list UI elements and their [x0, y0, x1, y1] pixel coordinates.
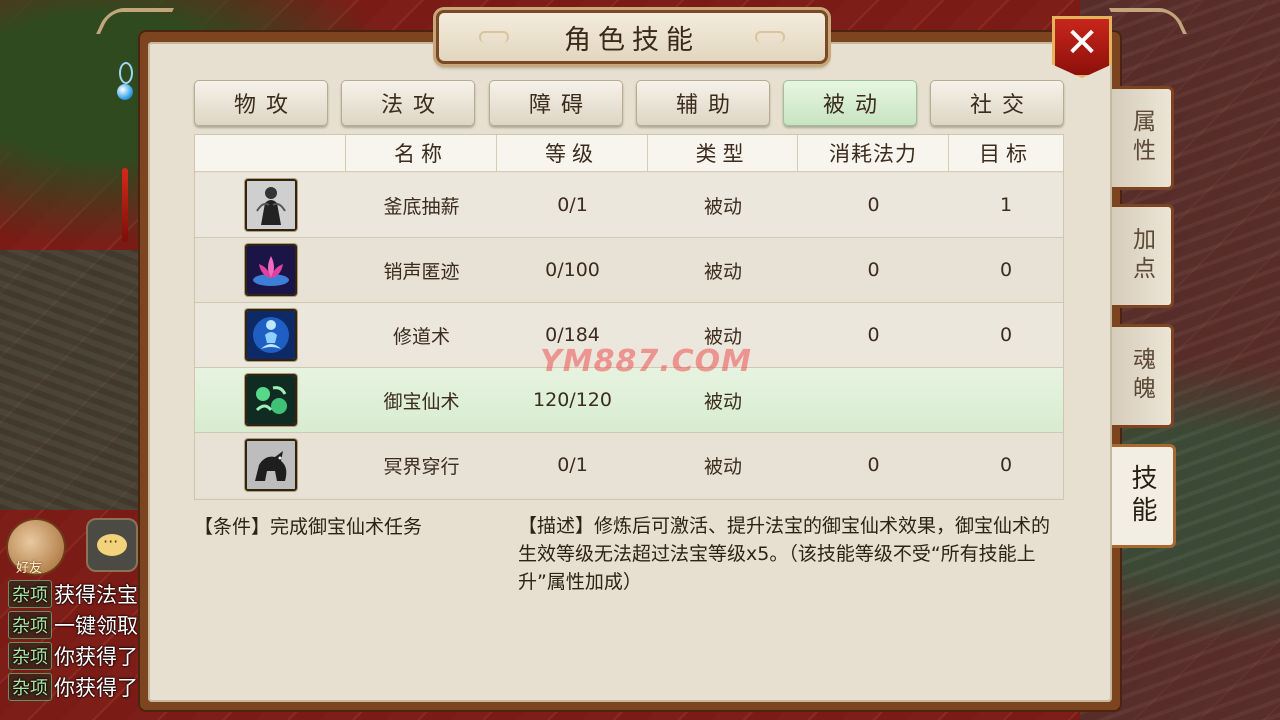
skill-name: 销声匿迹 — [383, 260, 460, 283]
friend-label: 好友 — [16, 561, 43, 576]
skill-name: 御宝仙术 — [383, 390, 460, 413]
header-type: 类型 — [648, 135, 798, 171]
chat-text: 你获得了 — [54, 675, 138, 700]
skill-mana-cost: 0 — [867, 259, 880, 281]
skill-category-tabs: 物攻 法攻 障碍 辅助 被动 社交 — [194, 80, 1064, 126]
tab-physical-attack[interactable]: 物攻 — [194, 80, 328, 126]
skill-table: 名称 等级 类型 消耗法力 目标 釜底抽薪 0/1 被动 0 1 销声匿迹 0/… — [194, 134, 1064, 500]
skill-target — [949, 368, 1063, 432]
chat-button[interactable] — [86, 518, 138, 572]
header-level: 等级 — [497, 135, 648, 171]
table-row[interactable]: 冥界穿行 0/1 被动 0 0 — [195, 433, 1063, 497]
lotus-icon — [244, 244, 297, 296]
skill-target: 0 — [999, 324, 1013, 346]
shadow-figure-icon — [244, 179, 297, 231]
chat-line: 杂项 获得法宝 — [8, 578, 148, 609]
skill-icon-cell — [195, 303, 346, 367]
skill-mana-cost: 0 — [867, 324, 880, 346]
skill-mana-cost — [798, 368, 949, 432]
header-name: 名称 — [346, 135, 497, 171]
skill-icon-cell — [195, 238, 346, 302]
skill-type: 被动 — [703, 195, 742, 218]
beast-icon — [244, 439, 297, 491]
skill-type: 被动 — [703, 455, 742, 478]
skill-mana-cost: 0 — [867, 194, 880, 216]
tab-support[interactable]: 辅助 — [636, 80, 770, 126]
header-icon — [195, 135, 346, 171]
chat-text: 一键领取 — [54, 613, 138, 638]
chat-text: 获得法宝 — [54, 582, 138, 607]
chat-line: 杂项 一键领取 — [8, 609, 148, 640]
skill-target: 0 — [999, 454, 1013, 476]
side-tab-soul[interactable]: 魂魄 — [1112, 324, 1174, 428]
skill-target: 0 — [999, 259, 1013, 281]
chat-line: 杂项 你获得了 — [8, 640, 148, 671]
tab-magic-attack[interactable]: 法攻 — [341, 80, 475, 126]
chat-tag: 杂项 — [8, 641, 52, 670]
skill-icon-cell — [195, 433, 346, 497]
chat-log[interactable]: 杂项 获得法宝 杂项 一键领取 杂项 你获得了 杂项 你获得了 — [8, 578, 148, 702]
header-mana-cost: 消耗法力 — [798, 135, 949, 171]
skill-level: 0/1 — [557, 454, 588, 476]
skill-icon-cell — [195, 173, 346, 237]
skill-type: 被动 — [703, 260, 742, 283]
cloud-ornament-icon — [479, 31, 509, 43]
tab-social[interactable]: 社交 — [930, 80, 1064, 126]
tab-obstruction[interactable]: 障碍 — [489, 80, 623, 126]
friend-button[interactable]: 好友 — [6, 518, 66, 576]
chat-tag: 杂项 — [8, 610, 52, 639]
close-icon: ✕ — [1065, 20, 1099, 66]
table-row[interactable]: 销声匿迹 0/100 被动 0 0 — [195, 238, 1063, 303]
pendant-decoration — [114, 58, 136, 242]
skill-icon-cell — [195, 368, 346, 432]
meditation-icon — [244, 309, 297, 361]
skill-level: 0/100 — [545, 259, 600, 281]
side-tab-skills[interactable]: 技能 — [1112, 444, 1176, 548]
tab-passive[interactable]: 被动 — [783, 80, 917, 126]
skill-condition: 【条件】完成御宝仙术任务 — [194, 516, 423, 538]
background-tiles — [0, 250, 150, 510]
skill-name: 修道术 — [392, 325, 450, 348]
skill-description: 【描述】修炼后可激活、提升法宝的御宝仙术效果，御宝仙术的生效等级无法超过法宝等级… — [518, 515, 1051, 593]
skill-name: 冥界穿行 — [383, 455, 460, 478]
panel-title: 角色技能 — [564, 24, 700, 56]
jade-treasure-icon — [244, 374, 297, 426]
title-plaque: 角色技能 — [436, 10, 828, 64]
skill-mana-cost: 0 — [867, 454, 880, 476]
header-target: 目标 — [979, 142, 1033, 166]
chat-line: 杂项 你获得了 — [8, 671, 148, 702]
skill-target: 1 — [999, 194, 1013, 216]
skill-level: 0/1 — [557, 194, 588, 216]
chat-bubble-icon — [97, 532, 127, 556]
table-header: 名称 等级 类型 消耗法力 目标 — [195, 135, 1063, 172]
table-row[interactable]: 釜底抽薪 0/1 被动 0 1 — [195, 173, 1063, 238]
chat-text: 你获得了 — [54, 644, 138, 669]
side-tab-attributes[interactable]: 属性 — [1112, 86, 1174, 190]
skill-name: 釜底抽薪 — [383, 195, 460, 218]
chat-tag: 杂项 — [8, 579, 52, 608]
cloud-ornament-icon — [755, 31, 785, 43]
watermark: YM887.COM — [540, 344, 752, 379]
side-tab-points[interactable]: 加点 — [1112, 204, 1174, 308]
chat-tag: 杂项 — [8, 672, 52, 701]
